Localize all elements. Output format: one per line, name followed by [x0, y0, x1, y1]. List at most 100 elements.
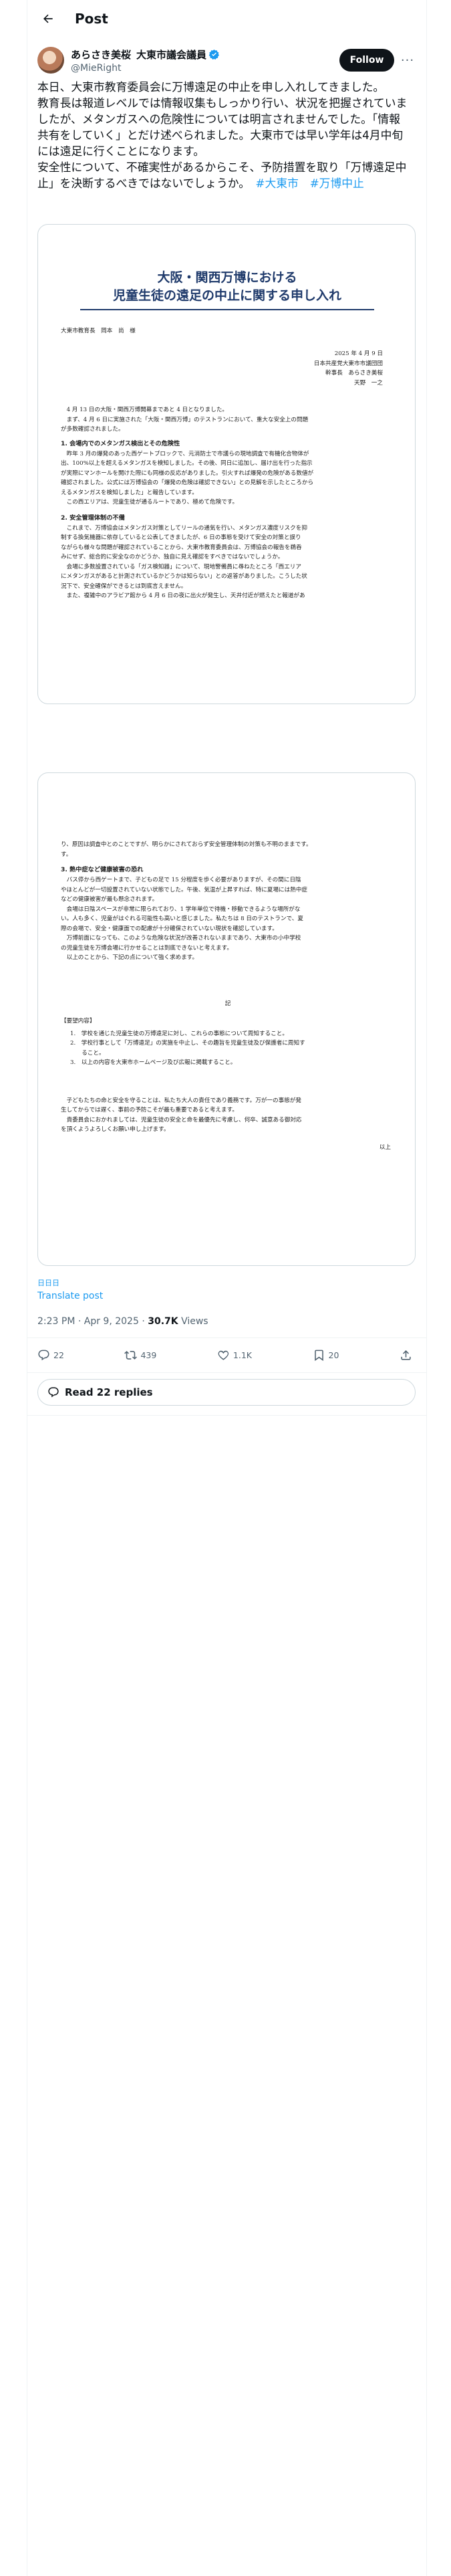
- page-title: Post: [75, 11, 108, 27]
- verified-badge-icon: [208, 49, 219, 60]
- hashtag-link[interactable]: #万博中止: [310, 177, 364, 190]
- document-sender: 2025 年 4 月 9 日 日本共産党大東市市議団団 幹事長 あらさき美桜 天…: [209, 349, 383, 388]
- doc-demand: 3. 以上の内容を大東市ホームページ及び広報に掲載すること。: [70, 1059, 237, 1066]
- doc-line: が実際にマンホールを開けた際にも同様の反応がありました。引火すれば爆発の危険があ…: [61, 469, 314, 477]
- doc-line: 出、100%以上を超えるメタンガスを検知しました。その後、同日に追加し、届け出を…: [61, 460, 313, 467]
- doc-line: えるメタンガスを検知しました」と報告しています。: [61, 489, 198, 496]
- arrow-left-icon: [43, 14, 53, 23]
- follow-button[interactable]: Follow: [339, 49, 394, 72]
- post-timestamp[interactable]: 2:23 PM · Apr 9, 2025: [37, 1316, 139, 1327]
- author-row: あらさき美桜 大東市議会議員 @MieRight Follow ···: [37, 45, 416, 75]
- doc-section-heading: 3. 熱中症など健康被害の恐れ: [61, 866, 144, 873]
- repost-button[interactable]: 439: [124, 1349, 156, 1362]
- document-image-page-2[interactable]: り、原因は調査中とのことですが、明らかにされておらず安全管理体制の対策も不明のま…: [37, 772, 416, 1266]
- meta-separator: ·: [138, 1316, 148, 1327]
- views-count: 30.7K Views: [148, 1316, 208, 1327]
- doc-closing: 子どもたちの命と安全を守ることは、私たち大人の責任であり義務です。万が一の事態が…: [61, 1096, 395, 1135]
- document-image-page-1[interactable]: 大阪・関西万博における 児童生徒の遠足の中止に関する申し入れ 大東市教育長 岡本…: [37, 224, 416, 704]
- share-button[interactable]: [400, 1349, 416, 1362]
- doc-ijo: 以上: [379, 1144, 391, 1151]
- top-bar: Post: [27, 0, 426, 37]
- heart-icon: [218, 1350, 229, 1360]
- doc-line: を頂くようよろしくお願い申し上げます。: [61, 1126, 170, 1133]
- document-party: 日本共産党大東市市議団団: [313, 360, 383, 367]
- hashtag-link[interactable]: #大東市: [255, 177, 298, 190]
- doc-line: また、複雑中のアラビア館から 4 月 6 日の夜に出火が発生し、天井付近が燃えた…: [61, 593, 305, 599]
- doc-line: これまで、万博協会はメタンガス対策としてリールの通気を行い、メタンガス濃度リスク…: [61, 524, 307, 532]
- document-body-2: り、原因は調査中とのことですが、明らかにされておらず安全管理体制の対策も不明のま…: [61, 840, 395, 1152]
- document-title-line-1: 大阪・関西万博における: [157, 270, 297, 285]
- translate-post-link[interactable]: Translate post: [37, 1291, 103, 1301]
- reply-icon: [38, 1350, 49, 1360]
- author-name[interactable]: あらさき美桜: [71, 47, 131, 62]
- divider: [27, 1415, 426, 1416]
- reply-button[interactable]: 22: [37, 1349, 64, 1362]
- doc-line: この西エリアは、児童生徒が通るルートであり、極めて危険です。: [61, 499, 239, 506]
- tweet-line: 教育長は報道レベルでは情報収集もしっかり行い、状況を把握されていま: [37, 96, 408, 110]
- doc-line: り、原因は調査中とのことですが、明らかにされておらず安全管理体制の対策も不明のま…: [61, 841, 312, 848]
- doc-line: ながらも様々な問題が確認されていることから、大東市教育委員会は、万博協会の報告を…: [61, 544, 302, 551]
- doc-line: 会場は日陰スペースが非常に限られており、1 学年単位で待機・移動できるような場所…: [61, 905, 301, 913]
- avatar[interactable]: [37, 47, 64, 74]
- doc-line: 際の会場で、安全・健康面での配慮が十分確保されていない現状を確認しています。: [61, 925, 278, 932]
- doc-line: の児童生徒を万博会場に行かせることは到底できないと考えます。: [61, 944, 233, 952]
- document-body-1: 4 月 13 日の大阪・関西万博開幕まであと 4 日となりました。 まず、4 月…: [61, 405, 395, 601]
- bookmark-button[interactable]: 20: [313, 1349, 339, 1362]
- like-count: 1.1K: [233, 1350, 252, 1360]
- back-button[interactable]: [36, 7, 60, 31]
- tweet-line: 本日、大東市教育委員会に万博遠足の中止を申し入れしてきました。: [37, 80, 385, 94]
- tweet-line: したが、メタンガスへの危険性については明言されませんでした。「情報: [37, 112, 400, 126]
- document-member: 幹事長 あらさき美桜: [325, 370, 383, 377]
- doc-line: 万博前面になっても、このような危険な状況が改善されないままであり、大東市の小中学…: [61, 935, 301, 942]
- more-options-icon[interactable]: ···: [400, 53, 416, 68]
- doc-section-heading: 2. 安全管理体制の不備: [61, 514, 125, 522]
- doc-line: やほとんどが一切設置されていない状態でした。午後、気温が上昇すれば、特に夏場には…: [61, 886, 308, 893]
- doc-line: バス停から西ゲートまで、子どもの足で 15 分程度を歩く必要がありますが、その間…: [61, 877, 301, 883]
- like-button[interactable]: 1.1K: [217, 1349, 252, 1362]
- tweet-text: 本日、大東市教育委員会に万博遠足の中止を申し入れしてきました。 教育長は報道レベ…: [37, 79, 424, 191]
- doc-line: まず、4 月 6 日に実施された「大阪・関西万博」のテストランにおいて、重大な安…: [61, 416, 309, 423]
- views-number: 30.7K: [148, 1316, 178, 1327]
- doc-line: が多数確認されました。: [61, 426, 124, 433]
- speech-bubble-icon: [48, 1387, 59, 1398]
- doc-demand: 2. 学校行事として「万博遠足」の実施を中止し、その趣旨を児童生徒及び保護者に周…: [70, 1040, 305, 1047]
- doc-demands-title: 【要望内容】: [61, 1018, 96, 1025]
- doc-ki: 記: [224, 1000, 231, 1007]
- author-affiliation[interactable]: 大東市議会議員: [136, 47, 206, 62]
- doc-line: 生してからでは遅く、事前の予防こそが最も重要であると考えます。: [61, 1107, 238, 1113]
- doc-section-heading: 1. 会場内でのメタンガス検出とその危険性: [61, 439, 180, 447]
- tweet-line-last: 止」を決断するべきではないでしょうか。 #大東市 #万博中止: [37, 177, 364, 190]
- divider: [27, 1372, 426, 1373]
- doc-line: 制する換気機器に依存していると公表してきましたが、6 日の事態を受けて安全の対策…: [61, 534, 301, 541]
- document-date: 2025 年 4 月 9 日: [334, 350, 383, 357]
- doc-line: い。人も多く、児童がはぐれる可能性も高いと感じました。私たちは 8 日のテストラ…: [61, 916, 303, 922]
- doc-line: 以上のことから、下記の点について強く求めます。: [61, 954, 198, 961]
- display-name[interactable]: あらさき美桜 大東市議会議員: [71, 47, 339, 62]
- action-bar: 22 439 1.1K 20: [37, 1347, 416, 1363]
- tweet-line: 安全性について、不確実性があるからこそ、予防措置を取り「万博遠足中: [37, 160, 407, 174]
- bookmark-count: 20: [328, 1350, 339, 1360]
- read-replies-button[interactable]: Read 22 replies: [37, 1379, 416, 1406]
- doc-line: 昨年 3 月の爆発のあった西ゲートブロックで、元消防士で市議らの現地調査で有機化…: [61, 450, 309, 457]
- doc-demand: ること。: [70, 1049, 105, 1057]
- read-replies-label: Read 22 replies: [65, 1386, 153, 1398]
- doc-line: 4 月 13 日の大阪・関西万博開幕まであと 4 日となりました。: [61, 407, 229, 413]
- author-names: あらさき美桜 大東市議会議員 @MieRight: [71, 47, 339, 74]
- share-icon: [401, 1350, 411, 1360]
- document-addressee: 大東市教育長 岡本 尚 様: [61, 328, 136, 334]
- title-rule: [80, 309, 374, 310]
- doc-line: 確認されました。公式には万博協会の「爆発の危険は確認できない」との見解を示したと…: [61, 479, 314, 486]
- doc-line: 会場に多数設置されている「ガス検知器」について、現地警備員に尋ねたところ「西エリ…: [61, 563, 301, 570]
- divider: [27, 1337, 426, 1338]
- document-member: 天野 一之: [354, 379, 383, 387]
- timeline-column: Post あらさき美桜 大東市議会議員 @MieRight Follow ···…: [0, 0, 451, 2576]
- doc-line: にメタンガスがあると計測されているかどうかは知らない」との返答がありました。こう…: [61, 573, 307, 580]
- repost-icon: [124, 1350, 138, 1360]
- author-handle[interactable]: @MieRight: [71, 63, 339, 74]
- views-label: Views: [178, 1316, 208, 1327]
- tweet-line: 共有をしていく」とだけ述べられました。大東市では早い学年は4月中旬: [37, 128, 404, 142]
- doc-demands-list: 1. 学校を通じた児童生徒の万博遠足に対し、これらの事態について周知すること。 …: [61, 1029, 395, 1068]
- reply-count: 22: [53, 1350, 64, 1360]
- doc-line: みにせず、総合的に安全なのかどうか、独自に見え確認をすべきではないでしょうか。: [61, 554, 284, 560]
- doc-line: 況下で、安全確保ができるとは到底言えません。: [61, 582, 187, 590]
